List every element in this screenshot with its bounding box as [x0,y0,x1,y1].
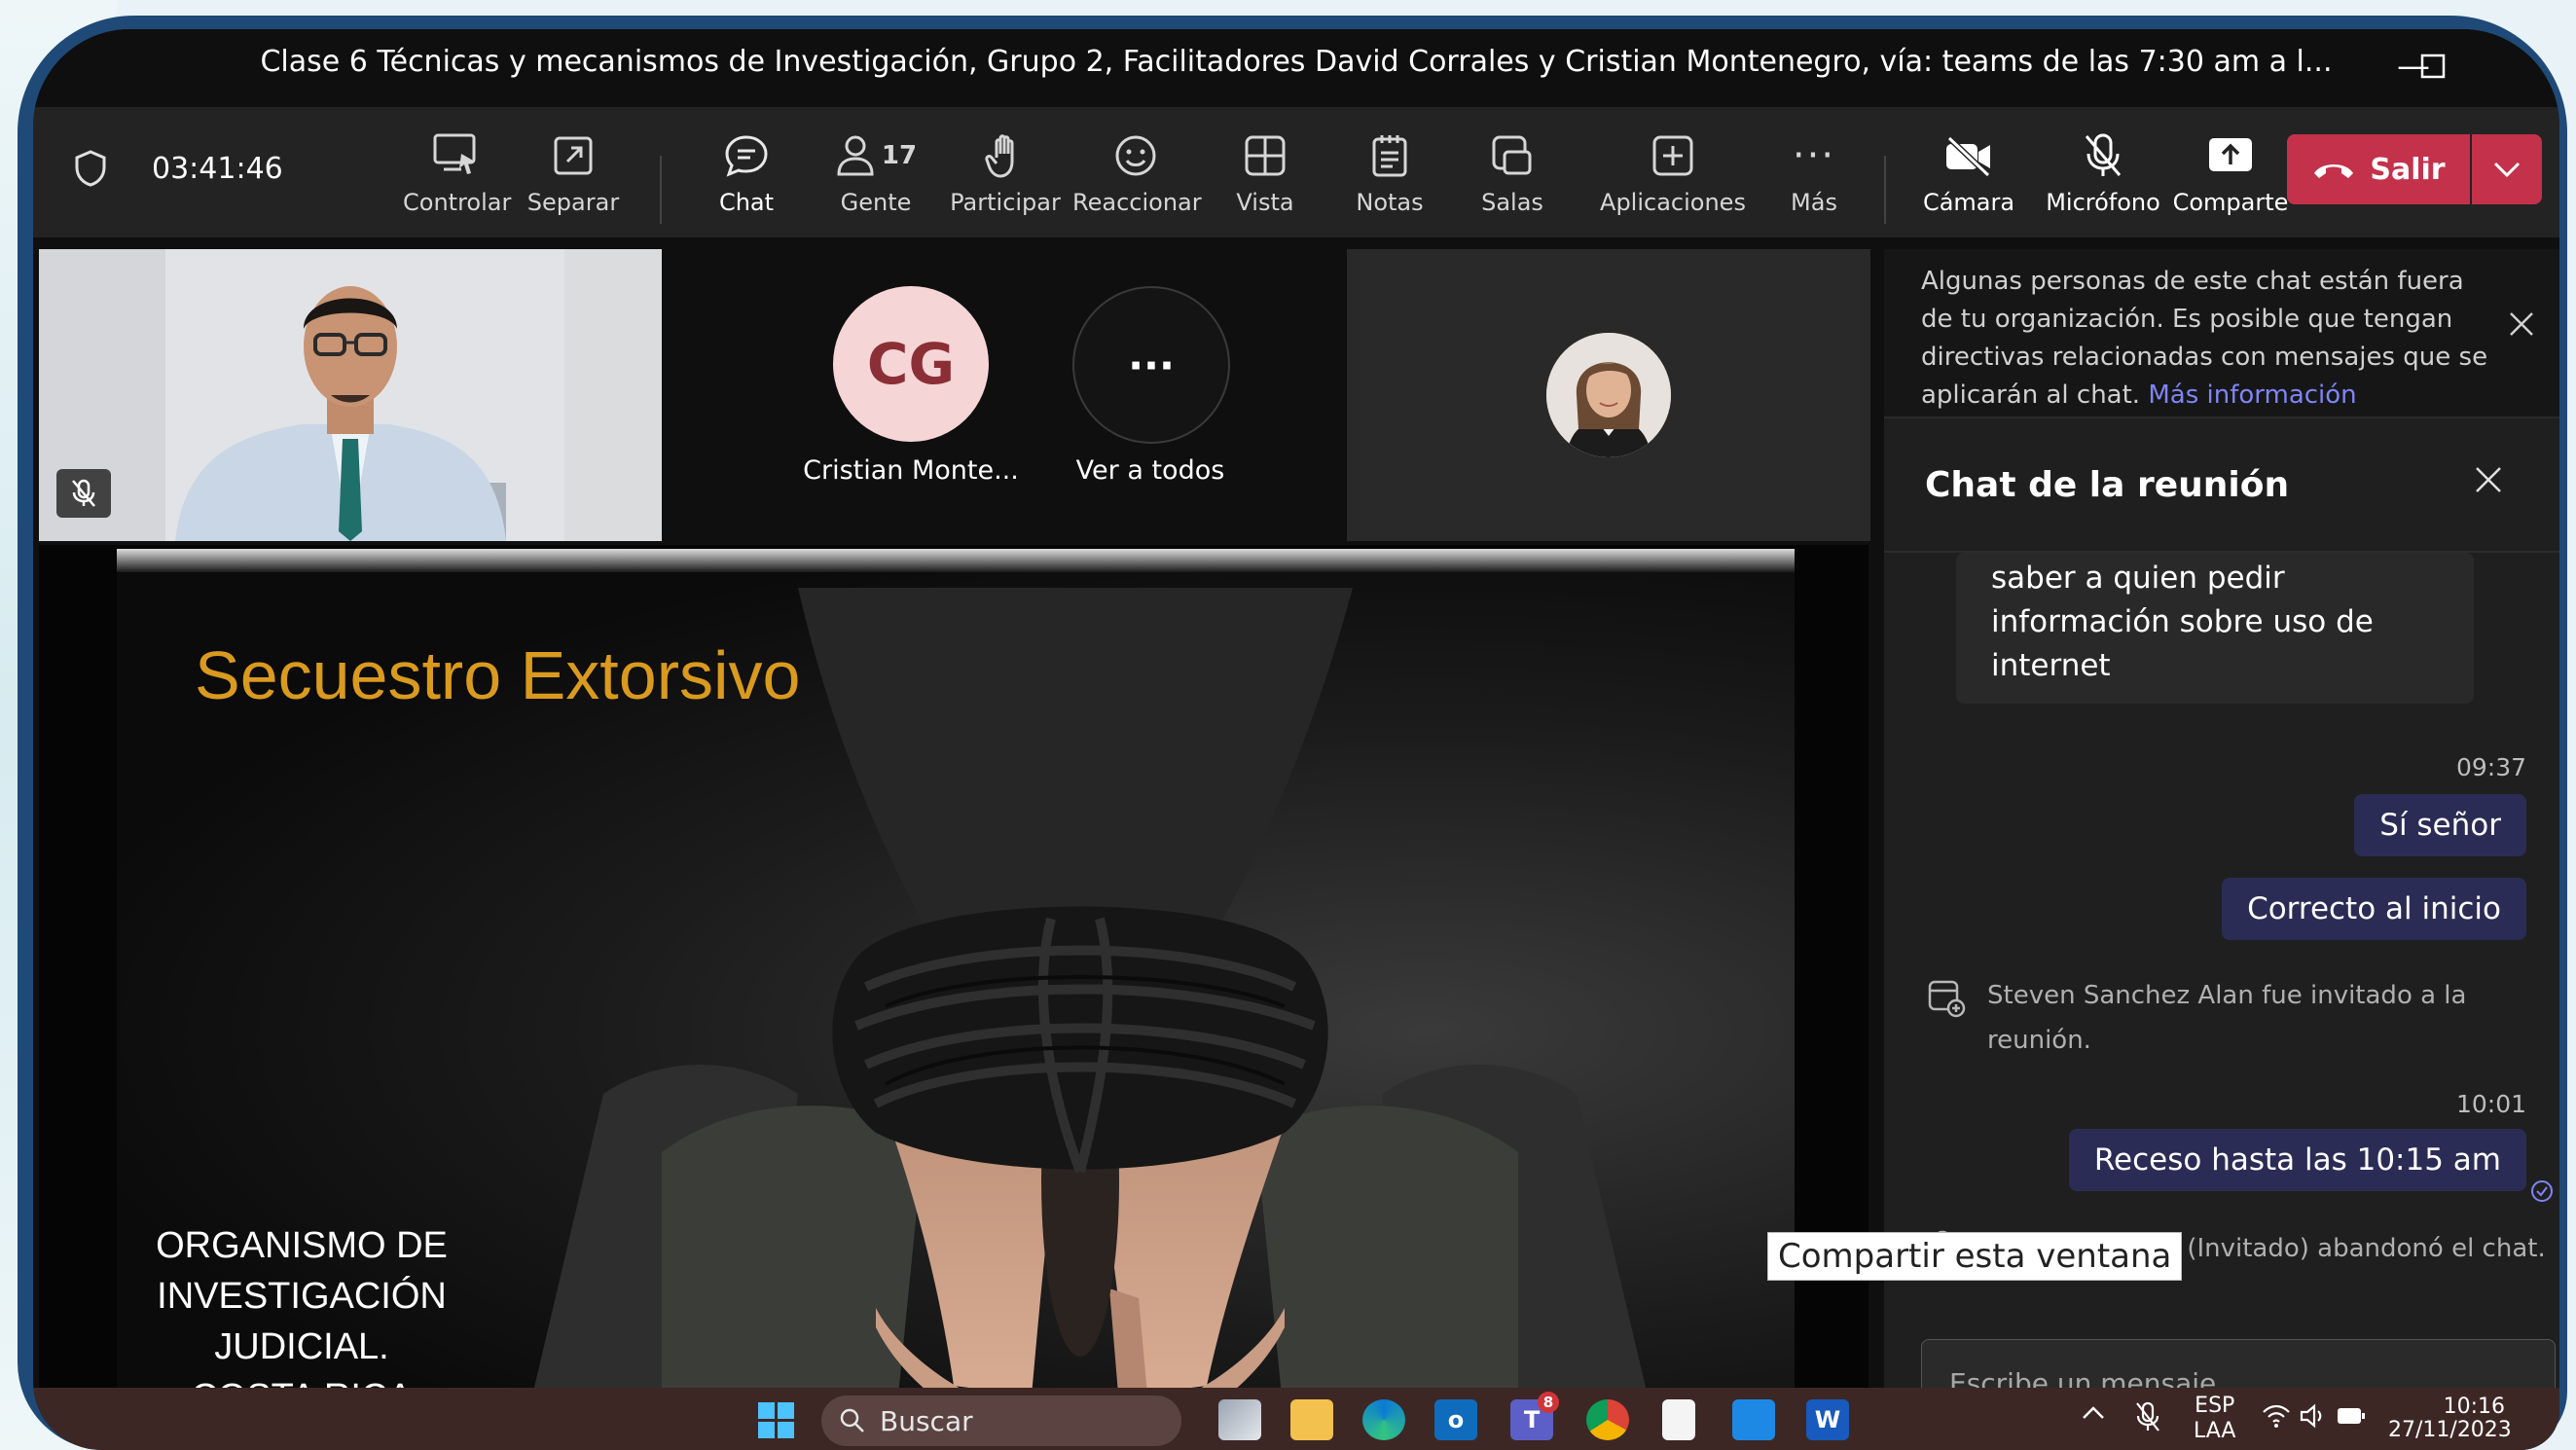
windows-taskbar: Buscar o T 8 W ESP LAA 10:16 27/11/2023 [33,1388,2559,1450]
battery-icon[interactable] [2336,1405,2367,1432]
more-button[interactable]: ··· Más [1765,127,1863,234]
notification-badge: 8 [1538,1392,1559,1413]
toolbar-divider [1884,156,1886,224]
rooms-button[interactable]: Salas [1464,127,1561,234]
chat-message: saber a quien pedir información sobre us… [1956,553,2474,704]
participant-tile-cg[interactable]: CG Cristian Monte... ··· Ver a todos [666,249,1378,541]
chrome-icon[interactable] [1586,1399,1629,1440]
hang-up-icon [2314,164,2354,178]
external-notice-banner: Algunas personas de este chat están fuer… [1884,249,2559,417]
speaker-icon[interactable] [2299,1403,2326,1434]
notes-icon [1372,135,1407,177]
chat-title: Chat de la reunión [1925,465,2290,505]
shield-icon[interactable] [74,150,107,191]
rooms-icon [1492,135,1532,175]
participant-avatar [1546,333,1671,457]
notes-button[interactable]: Notas [1341,127,1438,234]
chat-message-mine: Sí señor [2354,794,2526,856]
microphone-button[interactable]: Micrófono [2040,127,2166,234]
muted-indicator [56,469,111,518]
windows-icon [758,1402,794,1438]
view-button[interactable]: Vista [1216,127,1314,234]
participant-name: Cristian Monte... [803,455,1019,486]
people-button[interactable]: 17 Gente [816,127,936,234]
camera-off-icon [1946,135,1991,177]
chat-message-mine: Correcto al inicio [2222,878,2526,940]
leave-button[interactable]: Salir [2287,134,2470,204]
close-chat-button[interactable] [2472,463,2505,500]
window-title: Clase 6 Técnicas y mecanismos de Investi… [260,45,2333,79]
emoji-icon [1115,135,1156,176]
more-icon: ··· [1128,341,1175,389]
chevron-up-icon[interactable] [2081,1403,2106,1429]
share-screen-icon [2209,138,2252,171]
message-timestamp: 09:37 [2455,753,2526,781]
people-icon [837,135,874,176]
people-count: 17 [881,141,918,170]
microphone-off-icon [2085,133,2122,176]
read-receipt-icon [2530,1179,2554,1207]
chat-icon [725,135,768,177]
title-bar: Clase 6 Técnicas y mecanismos de Investi… [33,29,2559,107]
toolbar-divider [660,156,662,224]
close-notice-button[interactable] [2507,309,2536,350]
teams-icon[interactable]: T 8 [1510,1392,1559,1440]
meeting-toolbar: 03:41:46 Controlar Separar Chat 17 Gente… [33,107,2559,308]
meeting-timer: 03:41:46 [152,152,283,186]
hand-icon [985,134,1014,178]
microphone-off-icon[interactable] [2135,1401,2160,1438]
document-icon[interactable] [1662,1399,1695,1440]
more-info-link[interactable]: Más información [2148,381,2356,410]
word-icon[interactable]: W [1806,1399,1849,1440]
react-button[interactable]: Reaccionar [1072,127,1202,234]
participant-tile[interactable] [1347,249,1870,541]
search-icon [840,1408,864,1432]
pop-out-icon [554,136,593,175]
more-icon: ··· [1792,133,1836,178]
leave-options-button[interactable] [2472,134,2542,204]
share-window-tooltip: Compartir esta ventana [1767,1232,2183,1281]
close-icon [2476,467,2501,492]
grid-icon [1245,135,1286,176]
chat-button[interactable]: Chat [693,127,800,234]
control-button[interactable]: Controlar [403,127,511,234]
edge-icon[interactable] [1362,1399,1405,1440]
start-button[interactable] [757,1401,796,1444]
chevron-down-icon [2493,162,2521,178]
wifi-icon[interactable] [2262,1403,2291,1434]
divider [1884,417,2559,418]
clock[interactable]: 10:16 27/11/2023 [2388,1396,2512,1442]
see-all-label: Ver a todos [1075,455,1225,486]
chat-message-mine: Receso hasta las 10:15 am [2068,1129,2526,1191]
close-icon [2510,312,2533,336]
message-timestamp: 10:01 [2455,1090,2526,1118]
maximize-button[interactable] [2404,39,2462,93]
invite-icon [1927,979,1966,1022]
camera-button[interactable]: Cámara [1915,127,2022,234]
teams-window: Clase 6 Técnicas y mecanismos de Investi… [33,29,2559,1450]
maximize-icon [2420,54,2446,79]
file-explorer-icon[interactable] [1290,1399,1333,1440]
add-app-icon [1652,135,1693,176]
presentation-slide: Secuestro Extorsivo ORGANISMO DE INVESTI… [117,549,1795,1425]
outlook-icon[interactable]: o [1434,1399,1477,1440]
pop-out-button[interactable]: Separar [520,127,627,234]
task-view-icon[interactable] [1218,1399,1261,1440]
language-indicator[interactable]: ESP LAA [2194,1394,2235,1444]
app-window-icon[interactable] [1732,1399,1775,1440]
avatar: CG [833,286,989,442]
system-message: Steven Sanchez Alan fue invitado a la re… [1987,981,2467,1055]
control-icon [433,133,476,174]
participant-video-tile[interactable] [39,249,662,541]
participant-video [39,249,662,541]
taskbar-search[interactable]: Buscar [821,1396,1181,1446]
share-button[interactable]: Comparte [2172,127,2289,234]
microphone-off-icon [72,479,95,507]
apps-button[interactable]: Aplicaciones [1590,127,1756,234]
see-all-button[interactable]: ··· [1072,286,1230,444]
slide-title: Secuestro Extorsivo [195,637,801,713]
raise-hand-button[interactable]: Participar [942,127,1069,234]
